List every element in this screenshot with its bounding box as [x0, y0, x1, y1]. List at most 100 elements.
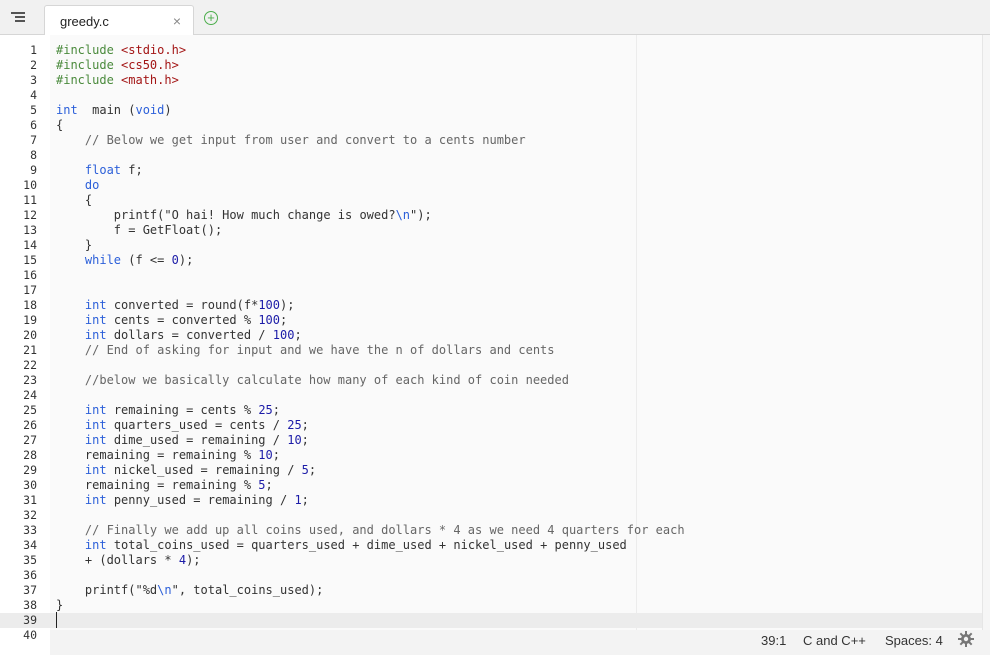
code-line[interactable]: 39	[0, 613, 982, 628]
code-line[interactable]: 32	[0, 508, 982, 523]
code-line[interactable]: 28 remaining = remaining % 10;	[0, 448, 982, 463]
code-token: float	[84, 163, 122, 177]
code-line[interactable]: 12 printf("O hai! How much change is owe…	[0, 208, 982, 223]
code-line[interactable]: 20 int dollars = converted / 100;	[0, 328, 982, 343]
code-line[interactable]: 25 int remaining = cents % 25;	[0, 403, 982, 418]
line-number: 13	[23, 223, 37, 237]
code-line[interactable]: 4	[0, 88, 982, 103]
code-token: 5	[301, 463, 309, 477]
close-icon[interactable]: ×	[173, 13, 181, 29]
code-line[interactable]: 5 int main (void)	[0, 103, 982, 118]
code-line[interactable]: 7 // Below we get input from user and co…	[0, 133, 982, 148]
line-code: {	[56, 118, 63, 133]
code-line[interactable]: 35 + (dollars * 4);	[0, 553, 982, 568]
code-token: // Finally we add up all coins used, and…	[56, 523, 685, 537]
line-number: 6	[30, 118, 37, 132]
code-line[interactable]: 21 // End of asking for input and we hav…	[0, 343, 982, 358]
code-token: #include	[56, 58, 122, 72]
code-line[interactable]: 8	[0, 148, 982, 163]
code-line[interactable]: 36	[0, 568, 982, 583]
code-line[interactable]: 23 //below we basically calculate how ma…	[0, 373, 982, 388]
line-code: int total_coins_used = quarters_used + d…	[56, 538, 627, 553]
line-number: 36	[23, 568, 37, 582]
code-token: \n	[395, 208, 411, 222]
code-line[interactable]: 34 int total_coins_used = quarters_used …	[0, 538, 982, 553]
code-editor[interactable]: 1 #include <stdio.h> 2 #include <cs50.h> 3 #i…	[0, 35, 982, 642]
code-line[interactable]: 1 #include <stdio.h>	[0, 43, 982, 58]
line-number: 26	[23, 418, 37, 432]
code-line[interactable]: 18 int converted = round(f*100);	[0, 298, 982, 313]
code-token: total_coins_used = quarters_used + dime_…	[106, 538, 627, 552]
code-line[interactable]: 33 // Finally we add up all coins used, …	[0, 523, 982, 538]
code-token: penny_used = remaining /	[106, 493, 295, 507]
code-line[interactable]: 19 int cents = converted % 100;	[0, 313, 982, 328]
vertical-scrollbar[interactable]	[982, 35, 990, 630]
tab-title: greedy.c	[60, 14, 109, 29]
code-token: \n	[157, 583, 172, 597]
menu-icon[interactable]	[11, 12, 27, 24]
line-number: 29	[23, 463, 37, 477]
code-token: )	[164, 103, 172, 117]
code-line[interactable]: 9 float f;	[0, 163, 982, 178]
line-number: 32	[23, 508, 37, 522]
tab-greedy-c[interactable]: greedy.c ×	[44, 5, 194, 36]
code-line[interactable]: 27 int dime_used = remaining / 10;	[0, 433, 982, 448]
line-code: // End of asking for input and we have t…	[56, 343, 555, 358]
line-number: 30	[23, 478, 37, 492]
plus-circle-icon[interactable]: +	[204, 11, 218, 25]
code-line[interactable]: 11 {	[0, 193, 982, 208]
line-number: 4	[30, 88, 37, 102]
line-code: int nickel_used = remaining / 5;	[56, 463, 316, 478]
code-line[interactable]: 38}	[0, 598, 982, 613]
line-number: 25	[23, 403, 37, 417]
code-line[interactable]: 16	[0, 268, 982, 283]
code-line[interactable]: 3 #include <math.h>	[0, 73, 982, 88]
line-number: 37	[23, 583, 37, 597]
code-token: 10	[287, 433, 302, 447]
cursor-position[interactable]: 39:1	[761, 633, 786, 648]
code-line[interactable]: 6{	[0, 118, 982, 133]
code-line[interactable]: 15 while (f <= 0);	[0, 253, 982, 268]
code-line[interactable]: 13 f = GetFloat();	[0, 223, 982, 238]
code-token: , total_coins_used);	[178, 583, 324, 597]
code-line[interactable]: 29 int nickel_used = remaining / 5;	[0, 463, 982, 478]
code-lines[interactable]: 1 #include <stdio.h> 2 #include <cs50.h> 3 #i…	[0, 43, 982, 643]
code-line[interactable]: 30 remaining = remaining % 5;	[0, 478, 982, 493]
line-number: 15	[23, 253, 37, 267]
code-token: 100	[258, 313, 280, 327]
code-line[interactable]: 2 #include <cs50.h>	[0, 58, 982, 73]
indent-setting[interactable]: Spaces: 4	[885, 633, 943, 648]
line-code: int main (void)	[56, 103, 172, 118]
line-number: 28	[23, 448, 37, 462]
line-code: remaining = remaining % 10;	[56, 448, 280, 463]
code-line[interactable]: 10 do	[0, 178, 982, 193]
code-line[interactable]: 14 }	[0, 238, 982, 253]
code-token: dollars = converted /	[106, 328, 273, 342]
code-line[interactable]: 22	[0, 358, 982, 373]
code-line[interactable]: 17	[0, 283, 982, 298]
line-number: 3	[30, 73, 37, 87]
gear-icon[interactable]	[958, 631, 974, 647]
code-token: 10	[258, 448, 273, 462]
code-token: 0	[171, 253, 179, 267]
line-number: 24	[23, 388, 37, 402]
line-code: + (dollars * 4);	[56, 553, 201, 568]
code-token: printf(	[56, 583, 136, 597]
code-token: }	[56, 238, 93, 252]
code-token: int	[84, 433, 107, 447]
code-line[interactable]: 26 int quarters_used = cents / 25;	[0, 418, 982, 433]
code-line[interactable]: 24	[0, 388, 982, 403]
code-token: f = GetFloat();	[56, 223, 223, 237]
code-line[interactable]: 31 int penny_used = remaining / 1;	[0, 493, 982, 508]
code-token: //below we basically calculate how many …	[56, 373, 569, 387]
line-number: 10	[23, 178, 37, 192]
language-mode[interactable]: C and C++	[803, 633, 866, 648]
line-number: 35	[23, 553, 37, 567]
line-number: 7	[30, 133, 37, 147]
code-token: int	[84, 418, 107, 432]
code-line[interactable]: 37 printf("%d\n", total_coins_used);	[0, 583, 982, 598]
